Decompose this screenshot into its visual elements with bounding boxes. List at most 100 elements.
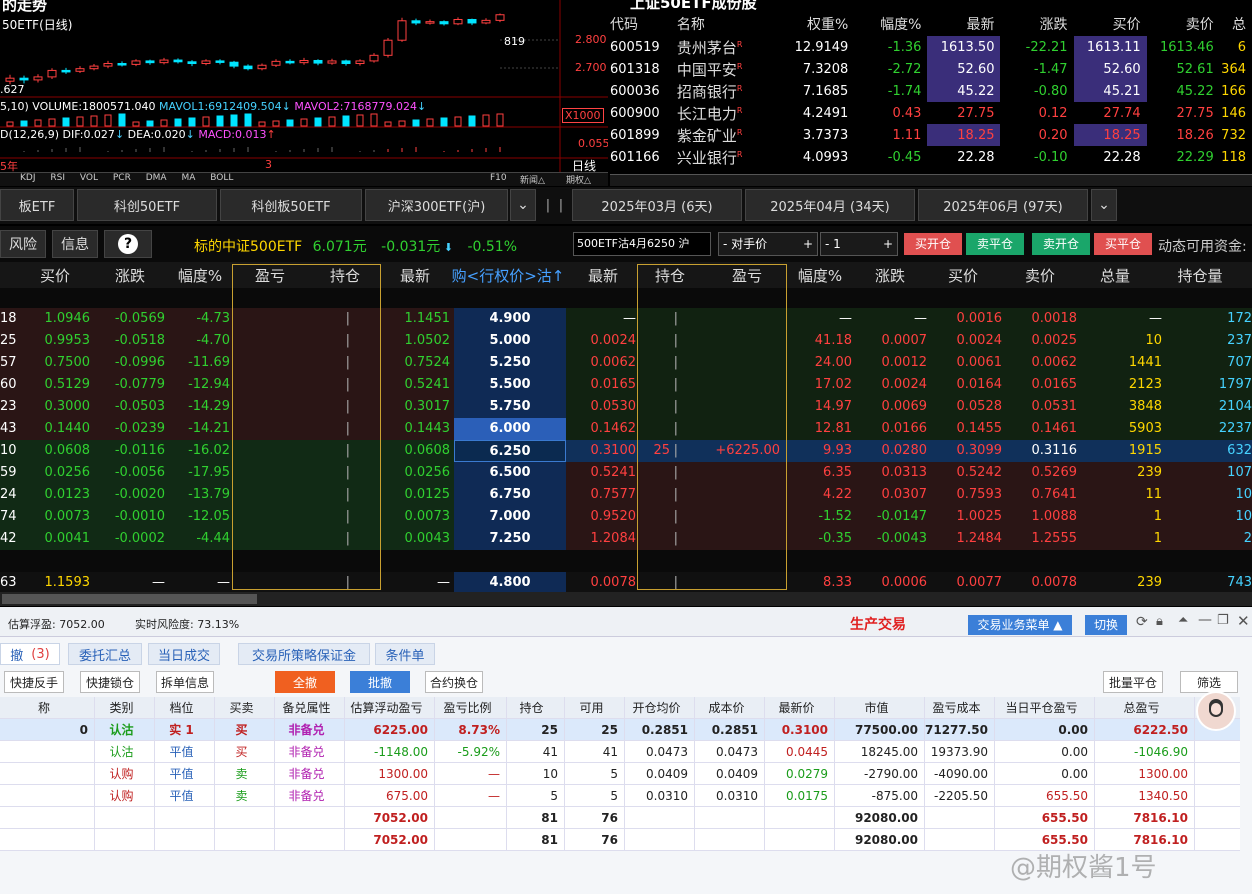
- price-mode-select[interactable]: - 对手价 +: [718, 232, 818, 256]
- option-row[interactable]: 10 0.0608 -0.0116 -16.02 | 0.0608 6.250 0.3100 2…: [0, 440, 1252, 462]
- stock-row[interactable]: 600900 长江电力R 4.2491 0.43 27.75 0.12 27.74 27.75…: [610, 102, 1252, 124]
- option-row[interactable]: 25 0.9953 -0.0518 -4.70 | 1.0502 5.000 0.0024 | 4…: [0, 330, 1252, 352]
- option-row[interactable]: 57 0.7500 -0.0996 -11.69 | 0.7524 5.250 0.0062 |…: [0, 352, 1252, 374]
- tab-star50-etf[interactable]: 科创50ETF: [77, 189, 217, 221]
- put-bid: 0.5242: [956, 465, 1003, 480]
- close-icon[interactable]: ✕: [1237, 612, 1250, 630]
- stock-row[interactable]: 601899 紫金矿业R 3.7373 1.11 18.25 0.20 18.25 18.26…: [610, 124, 1252, 146]
- tab-order-summary[interactable]: 委托汇总: [68, 643, 142, 665]
- strike-price[interactable]: 5.250: [454, 352, 566, 374]
- tab-expiry-2025-03[interactable]: 2025年03月 (6天): [572, 189, 742, 221]
- option-row[interactable]: 18 1.0946 -0.0569 -4.73 | 1.1451 4.900 — | — — 0.00…: [0, 308, 1252, 330]
- option-row[interactable]: 24 0.0123 -0.0020 -13.79 | 0.0125 6.750 0.7577 |…: [0, 484, 1252, 506]
- sell-open-button[interactable]: 卖开仓: [1032, 233, 1090, 255]
- tab-star-board50-etf[interactable]: 科创板50ETF: [220, 189, 362, 221]
- position-row[interactable]: 认购 平值卖非备兑 675.00—5 5 0.0310 0.0310 0.0175 -875.…: [0, 785, 1240, 807]
- strike-price[interactable]: 4.800: [454, 572, 566, 592]
- tab-today-trades[interactable]: 当日成交: [148, 643, 220, 665]
- trade-menu-button[interactable]: 交易业务菜单 ▲: [968, 615, 1072, 635]
- strike-price[interactable]: 7.250: [454, 528, 566, 550]
- strike-price[interactable]: 5.000: [454, 330, 566, 352]
- tab-cancel[interactable]: 撤 (3): [0, 643, 60, 665]
- filter-button[interactable]: 筛选: [1180, 671, 1238, 693]
- option-row[interactable]: 63 1.1593 — — | — 4.800 0.0078 | 8.33 0.0006 0.0077…: [0, 572, 1252, 592]
- tab-rsi[interactable]: RSI: [50, 173, 65, 183]
- stock-row[interactable]: 600036 招商银行R 7.1685 -1.74 45.22 -0.80 45.21 45.…: [610, 80, 1252, 102]
- constituents-scrollbar[interactable]: [610, 174, 1252, 186]
- strike-price[interactable]: 5.500: [454, 374, 566, 396]
- tab-dma[interactable]: DMA: [146, 173, 167, 183]
- option-row[interactable]: 23 0.3000 -0.0503 -14.29 | 0.3017 5.750 0.0530 |…: [0, 396, 1252, 418]
- tab-expiry-2025-06[interactable]: 2025年06月 (97天): [918, 189, 1088, 221]
- position-row[interactable]: 认沽 平值买非备兑 -1148.00 -5.92% 41 41 0.0473 0.0473 0.…: [0, 741, 1240, 763]
- position-row[interactable]: 0 认沽实 1 买非备兑 6225.00 8.73% 25 25 0.2851 0.2851 0.…: [0, 719, 1240, 741]
- tab-board-etf[interactable]: 板ETF: [0, 189, 74, 221]
- help-icon[interactable]: ?: [104, 230, 152, 258]
- positions-header: 称类别 档位 买卖 备兑属性 估算浮动盈亏 盈亏比例 持仓 可用 开仓均价 成本价 最新价 市值 盈亏成…: [0, 697, 1240, 719]
- strike-price[interactable]: 6.750: [454, 484, 566, 506]
- risk-button[interactable]: 风险: [0, 230, 46, 258]
- position-cell: 买: [215, 741, 275, 763]
- avatar[interactable]: [1196, 691, 1236, 731]
- collapse-icon[interactable]: ⏶: [1178, 613, 1188, 628]
- batch-close-button[interactable]: 批量平仓: [1103, 671, 1163, 693]
- tab-kdj[interactable]: KDJ: [20, 173, 36, 183]
- strike-price[interactable]: 4.900: [454, 308, 566, 330]
- contract-input[interactable]: 500ETF沽4月6250 沪: [573, 232, 711, 256]
- tab-vol[interactable]: VOL: [80, 173, 98, 183]
- tab-strategy-margin[interactable]: 交易所策略保证金: [238, 643, 370, 665]
- option-row[interactable]: 59 0.0256 -0.0056 -17.95 | 0.0256 6.500 0.5241 |…: [0, 462, 1252, 484]
- restore-icon[interactable]: ❐: [1217, 613, 1229, 628]
- lock-icon[interactable]: 🔒︎: [1156, 614, 1163, 629]
- hdr-strike[interactable]: 购<行权价>沽↑: [450, 262, 566, 288]
- tab-expiry-2025-04[interactable]: 2025年04月 (34天): [745, 189, 915, 221]
- option-row[interactable]: 74 0.0073 -0.0010 -12.05 | 0.0073 7.000 0.9520 |…: [0, 506, 1252, 528]
- stock-row[interactable]: 600519 贵州茅台R 12.9149 -1.36 1613.50 -22.21 1613…: [610, 36, 1252, 58]
- put-bid: 0.0016: [956, 311, 1003, 326]
- position-cell: 7052.00: [345, 807, 435, 829]
- refresh-icon[interactable]: ⟳: [1136, 614, 1148, 630]
- call-amp: -16.02: [188, 443, 230, 458]
- option-row[interactable]: 60 0.5129 -0.0779 -12.94 | 0.5241 5.500 0.0165 |…: [0, 374, 1252, 396]
- batch-cancel-button[interactable]: 批撤: [350, 671, 410, 693]
- tab-pcr[interactable]: PCR: [113, 173, 131, 183]
- tab-hs300-etf[interactable]: 沪深300ETF(沪): [365, 189, 508, 221]
- option-row[interactable]: 42 0.0041 -0.0002 -4.44 | 0.0043 7.250 1.2084 | -…: [0, 528, 1252, 550]
- tab-ma[interactable]: MA: [181, 173, 195, 183]
- quantity-stepper[interactable]: - 1 +: [820, 232, 898, 256]
- tab-boll[interactable]: BOLL: [210, 173, 233, 183]
- hdr-put-pos: 持仓: [654, 266, 685, 285]
- position-row[interactable]: 认购 平值卖非备兑 1300.00—10 5 0.0409 0.0409 0.0279 -27…: [0, 763, 1240, 785]
- position-row[interactable]: 7052.00 81 76 92080.00 655.50 7816.10: [0, 807, 1240, 829]
- news-button[interactable]: 新闻△: [520, 173, 545, 186]
- chevron-down-icon[interactable]: ⌄: [510, 189, 536, 221]
- put-change: 0.0166: [881, 421, 928, 436]
- quick-reverse-button[interactable]: 快捷反手: [4, 671, 64, 693]
- split-info-button[interactable]: 拆单信息: [156, 671, 214, 693]
- switch-button[interactable]: 切换: [1085, 615, 1127, 635]
- buy-close-button[interactable]: 买平仓: [1094, 233, 1152, 255]
- strike-price[interactable]: 6.250: [454, 440, 566, 462]
- tab-conditional-orders[interactable]: 条件单: [375, 643, 435, 665]
- kline-chart[interactable]: 的走势 50ETF(日线) 2.800 2.700 819 .627 5,10)…: [0, 0, 608, 186]
- expiry-more-icon[interactable]: ⌄: [1091, 189, 1117, 221]
- put-bid: 1.0025: [956, 509, 1003, 524]
- period-button[interactable]: 期权△: [566, 173, 591, 186]
- grid-scrollbar[interactable]: [0, 592, 1252, 606]
- info-button[interactable]: 信息: [52, 230, 98, 258]
- stock-row[interactable]: 601166 兴业银行R 4.0993 -0.45 22.28 -0.10 22.28 22.…: [610, 146, 1252, 168]
- option-row[interactable]: 43 0.1440 -0.0239 -14.21 | 0.1443 6.000 0.1462 |…: [0, 418, 1252, 440]
- strike-price[interactable]: 6.500: [454, 462, 566, 484]
- f10-button[interactable]: F10: [490, 173, 507, 183]
- strike-price[interactable]: 5.750: [454, 396, 566, 418]
- cancel-all-button[interactable]: 全撤: [275, 671, 335, 693]
- buy-open-button[interactable]: 买开仓: [904, 233, 962, 255]
- sell-close-button[interactable]: 卖平仓: [966, 233, 1024, 255]
- strike-price[interactable]: 6.000: [454, 418, 566, 440]
- stock-row[interactable]: 601318 中国平安R 7.3208 -2.72 52.60 -1.47 52.60 52.…: [610, 58, 1252, 80]
- put-change: 0.0006: [881, 575, 928, 590]
- quick-lock-button[interactable]: 快捷锁仓: [80, 671, 140, 693]
- minimize-icon[interactable]: —: [1198, 612, 1212, 628]
- roll-contract-button[interactable]: 合约换仓: [425, 671, 483, 693]
- strike-price[interactable]: 7.000: [454, 506, 566, 528]
